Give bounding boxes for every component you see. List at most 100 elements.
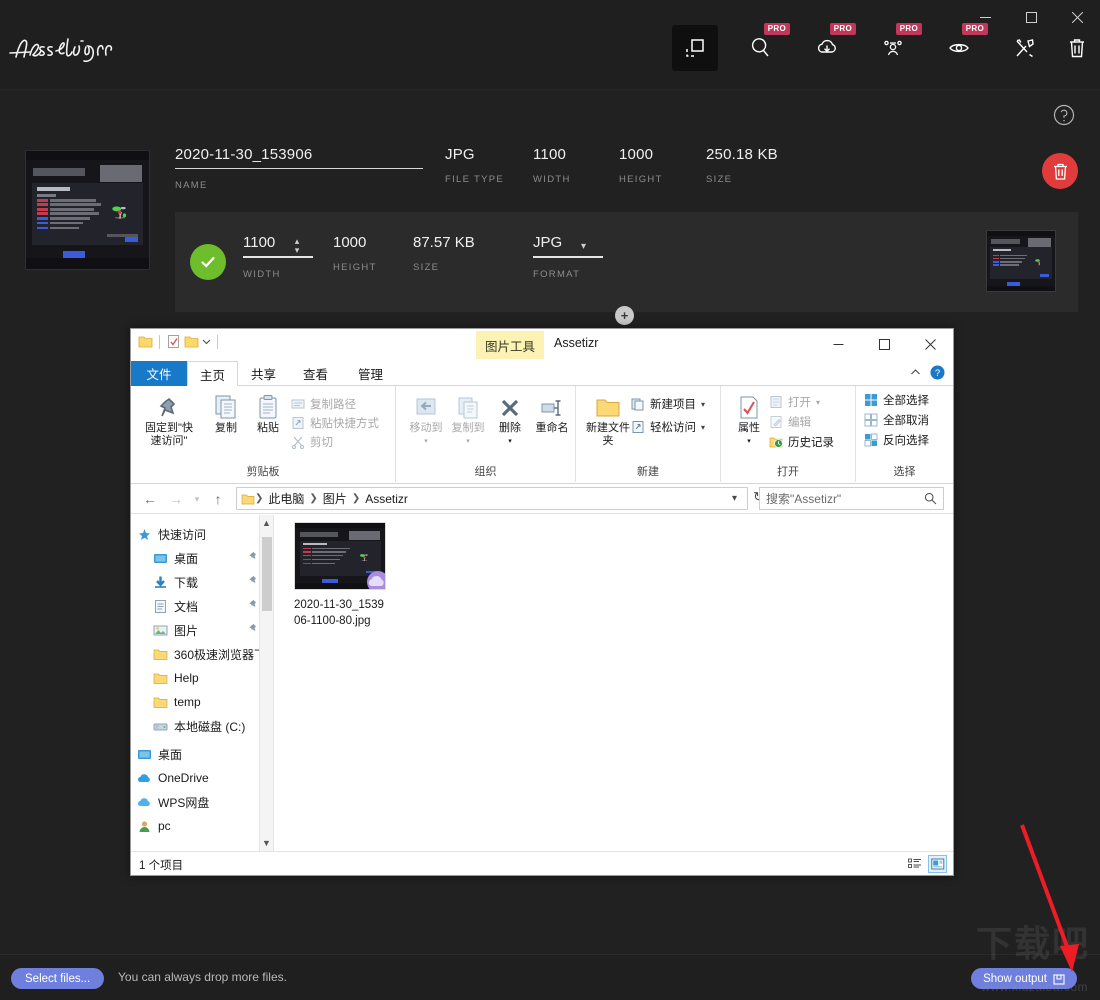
desktop-icon [154,553,167,563]
sidebar-item-desktop[interactable]: 桌面 [131,546,273,570]
sidebar-item-desktop-root[interactable]: 桌面 [131,742,273,766]
properties-icon[interactable] [166,334,181,349]
app-help-button[interactable] [1052,103,1076,127]
ribbon-properties[interactable]: 属性 ▾ [727,392,771,448]
pro-badge: PRO [895,23,922,35]
toolbar-watermark-button[interactable]: PRO [870,23,922,71]
ribbon-rename[interactable]: 重命名 [530,392,574,435]
large-icons-view-button[interactable] [928,855,947,873]
ribbon-delete[interactable]: 删除 ▾ [488,392,532,448]
scroll-down-arrow[interactable]: ▼ [260,835,273,851]
ribbon-new-item[interactable]: 新建项目 ▾ [631,396,705,412]
sidebar-item-quick-access[interactable]: 快速访问 [131,522,273,546]
ribbon-history[interactable]: 历史记录 [769,434,834,450]
sidebar-item-temp[interactable]: temp [131,690,273,714]
sidebar-item-help[interactable]: Help [131,666,273,690]
ribbon-group-open: 属性 ▾ 打开 ▾ 编辑 历史记录 打开 [721,386,856,482]
breadcrumb[interactable]: ❯ 此电脑 ❯ 图片 ❯ Assetizr ▾ [236,487,748,510]
ribbon-copy-path[interactable]: 复制路径 [291,396,356,412]
explorer-minimize-button[interactable] [815,329,861,359]
ribbon-invert-selection[interactable]: 反向选择 [864,432,929,448]
scroll-up-arrow[interactable]: ▲ [260,515,273,531]
ribbon-paste[interactable]: 粘贴 [246,392,290,435]
select-files-button[interactable]: Select files... [11,968,105,989]
explorer-ribbon: 固定到"快速访问" 复制 粘贴 复制路径 粘贴快捷方式 剪切 剪贴板 移动到 ▾… [131,386,953,484]
ribbon-open[interactable]: 打开 ▾ [769,394,820,410]
ribbon-pin-to-quick-access[interactable]: 固定到"快速访问" [141,392,197,448]
new-folder-icon[interactable] [184,334,199,349]
ribbon-group-select-label: 选择 [893,466,916,478]
pin-icon [248,623,259,637]
toolbar-download-button[interactable]: PRO [804,23,856,71]
sidebar-item-documents[interactable]: 文档 [131,594,273,618]
help-icon[interactable]: ? [930,365,945,380]
file-name-label: 2020-11-30_153906-1100-80.jpg [294,599,384,627]
chevron-down-icon[interactable] [202,337,211,346]
recent-locations-button[interactable]: ▾ [191,488,203,510]
sidebar-item-local-disk-c[interactable]: 本地磁盘 (C:) [131,714,273,738]
explorer-close-button[interactable] [907,329,953,359]
ribbon-select-all[interactable]: 全部选择 [864,392,929,408]
file-list-pane[interactable]: 2020-11-30_153906-1100-80.jpg [274,515,953,851]
file-name-field[interactable]: 2020-11-30_153906 NAME [175,146,423,191]
ribbon-move-to[interactable]: 移动到 ▾ [404,392,448,448]
navigation-scrollbar[interactable]: ▲ ▼ [259,515,273,851]
forward-button[interactable]: → [165,488,187,510]
ribbon-easy-access[interactable]: 轻松访问 ▾ [631,419,705,435]
ribbon-edit[interactable]: 编辑 [769,414,811,430]
breadcrumb-item-1[interactable]: 图片 [318,490,352,507]
show-output-button[interactable]: Show output [971,968,1077,989]
explorer-maximize-button[interactable] [861,329,907,359]
folder-icon[interactable] [138,334,153,349]
ribbon-cut[interactable]: 剪切 [291,434,333,450]
easy-access-icon [632,421,644,433]
toolbar-clear-all-button[interactable] [1054,25,1100,71]
toolbar-tools-button[interactable] [1002,25,1048,71]
rename-icon [538,392,566,422]
breadcrumb-item-0[interactable]: 此电脑 [263,490,309,507]
sidebar-item-wps-cloud[interactable]: WPS网盘 [131,790,273,814]
sidebar-item-pc[interactable]: pc [131,814,273,838]
tab-share[interactable]: 共享 [239,361,288,386]
pin-icon [248,599,259,613]
output-height-label: HEIGHT [333,262,377,273]
output-format-select[interactable]: JPG ▾ FORMAT [533,234,603,280]
ribbon-copy[interactable]: 复制 [204,392,248,435]
list-item[interactable]: 2020-11-30_153906-1100-80.jpg [294,522,386,629]
output-width-stepper[interactable]: ▴ ▾ [291,237,303,255]
scrollbar-thumb[interactable] [262,537,272,611]
up-button[interactable]: ↑ [207,488,229,510]
sidebar-label: 桌面 [174,551,199,566]
chevron-down-icon[interactable]: ▾ [726,493,743,504]
sidebar-label: 快速访问 [158,527,207,542]
tab-view[interactable]: 查看 [291,361,340,386]
ribbon-new-folder[interactable]: 新建文件夹 [586,392,630,448]
ribbon-group-new: 新建文件夹 新建项目 ▾ 轻松访问 ▾ 新建 [576,386,721,482]
back-button[interactable]: ← [139,488,161,510]
tab-file[interactable]: 文件 [131,361,187,386]
ribbon-copy-to[interactable]: 复制到 ▾ [446,392,490,448]
sidebar-item-pictures[interactable]: 图片 [131,618,273,642]
add-preset-button[interactable]: + [615,306,634,325]
sidebar-item-360browser[interactable]: 360极速浏览器下 [131,642,273,666]
breadcrumb-item-2[interactable]: Assetizr [360,492,413,506]
remove-file-button[interactable] [1042,153,1078,189]
file-name-value: 2020-11-30_153906 [175,146,313,163]
sidebar-item-onedrive[interactable]: OneDrive [131,766,273,790]
details-view-button[interactable] [905,855,924,873]
ribbon-select-none[interactable]: 全部取消 [864,412,929,428]
output-settings-card: 1100 ▴ ▾ WIDTH 1000 HEIGHT 87.57 KB SIZE … [175,212,1078,312]
output-size-value: 87.57 KB [413,234,475,251]
ribbon-paste-shortcut[interactable]: 粘贴快捷方式 [291,415,379,431]
copy-to-icon [454,392,482,422]
search-input[interactable]: 搜索"Assetizr" [759,487,944,510]
sidebar-item-downloads[interactable]: 下载 [131,570,273,594]
tab-manage[interactable]: 管理 [346,361,395,386]
tab-home[interactable]: 主页 [187,361,239,387]
chevron-up-icon[interactable] [910,367,921,378]
toolbar-preview-button[interactable]: PRO [936,23,988,71]
ribbon-history-label: 历史记录 [788,437,834,449]
output-width-field[interactable]: 1100 ▴ ▾ WIDTH [243,234,313,280]
toolbar-optimize-button[interactable]: PRO [738,23,790,71]
toolbar-resize-crop-button[interactable] [672,25,718,71]
